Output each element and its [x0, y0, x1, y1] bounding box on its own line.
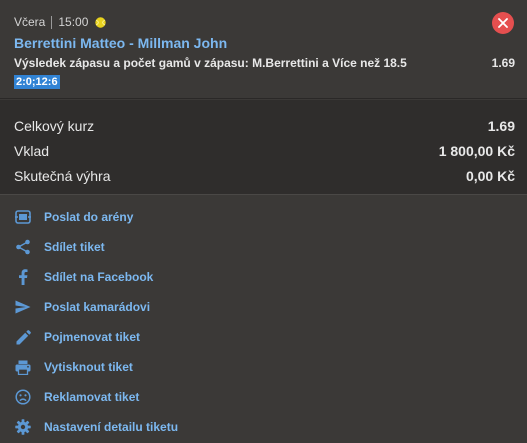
send-to-friend-action[interactable]: Poslat kamarádovi	[0, 292, 527, 322]
send-icon	[14, 298, 32, 316]
bet-odds: 1.69	[491, 56, 515, 70]
action-label: Sdílet tiket	[44, 240, 105, 254]
share-icon	[14, 238, 32, 256]
close-button[interactable]	[492, 12, 514, 34]
bet-day: Včera	[14, 15, 46, 29]
ticket-detail-settings-action[interactable]: Nastavení detailu tiketu	[0, 412, 527, 442]
score-badge: 2:0;12:6	[14, 75, 60, 89]
bet-detail: Včera 15:00 Berrettini Matteo - Millman …	[0, 0, 527, 99]
stake-value: 1 800,00 Kč	[438, 143, 515, 159]
total-odds-row: Celkový kurz 1.69	[14, 118, 515, 134]
share-ticket-action[interactable]: Sdílet tiket	[0, 232, 527, 262]
total-odds-value: 1.69	[487, 118, 515, 134]
market-row: Výsledek zápasu a počet gamů v zápasu: M…	[14, 56, 515, 70]
bet-meta: Včera 15:00	[14, 14, 107, 30]
action-label: Sdílet na Facebook	[44, 270, 154, 284]
pencil-icon	[14, 328, 32, 346]
facebook-icon	[14, 268, 32, 286]
total-odds-label: Celkový kurz	[14, 118, 95, 134]
market-description: Výsledek zápasu a počet gamů v zápasu: M…	[14, 56, 407, 70]
share-facebook-action[interactable]: Sdílet na Facebook	[0, 262, 527, 292]
ticket-summary: Celkový kurz 1.69 Vklad 1 800,00 Kč Skut…	[0, 100, 527, 195]
action-label: Pojmenovat tiket	[44, 330, 141, 344]
complain-ticket-action[interactable]: Reklamovat tiket	[0, 382, 527, 412]
close-icon	[498, 18, 508, 28]
printer-icon	[14, 358, 32, 376]
payout-value: 0,00 Kč	[465, 168, 515, 184]
action-label: Vytisknout tiket	[44, 360, 133, 374]
stake-label: Vklad	[14, 143, 50, 159]
action-label: Nastavení detailu tiketu	[44, 420, 179, 434]
action-label: Reklamovat tiket	[44, 390, 140, 404]
ticket-actions-list: Poslat do arény Sdílet tiket Sdílet na F…	[0, 196, 527, 443]
sad-face-icon	[14, 388, 32, 406]
stake-row: Vklad 1 800,00 Kč	[14, 143, 515, 159]
tennis-ball-icon	[95, 16, 107, 28]
action-label: Poslat kamarádovi	[44, 300, 151, 314]
rename-ticket-action[interactable]: Pojmenovat tiket	[0, 322, 527, 352]
bet-time: 15:00	[58, 15, 89, 29]
arena-icon	[14, 208, 32, 226]
action-label: Poslat do arény	[44, 210, 134, 224]
send-to-arena-action[interactable]: Poslat do arény	[0, 202, 527, 232]
payout-row: Skutečná výhra 0,00 Kč	[14, 168, 515, 184]
event-name-link[interactable]: Berrettini Matteo - Millman John	[14, 35, 227, 51]
print-ticket-action[interactable]: Vytisknout tiket	[0, 352, 527, 382]
meta-divider	[51, 15, 53, 29]
payout-label: Skutečná výhra	[14, 168, 111, 184]
gear-icon	[14, 418, 32, 436]
